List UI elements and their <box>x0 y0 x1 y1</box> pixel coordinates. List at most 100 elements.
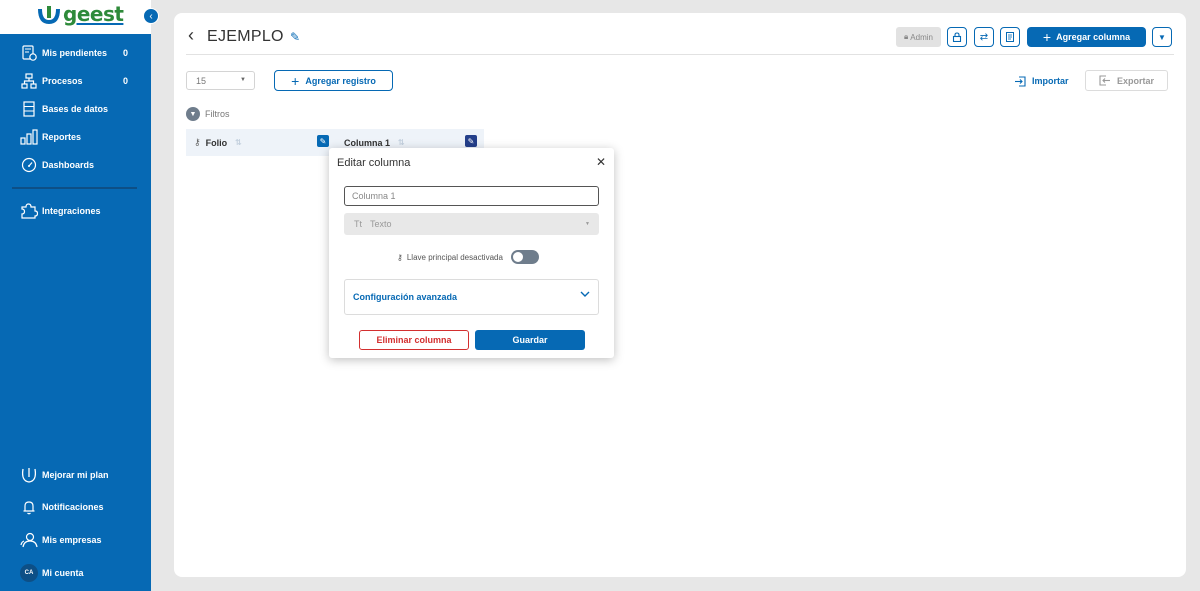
chevron-down-icon: ▼ <box>186 107 200 121</box>
main-panel: ‹ EJEMPLO ✎ 🔒︎ Admin ⇄ + Agregar columna… <box>174 13 1186 577</box>
pencil-icon: ✎ <box>467 136 475 146</box>
column-type-value: Texto <box>370 219 392 229</box>
add-column-button[interactable]: + Agregar columna <box>1027 27 1146 47</box>
logo-text: geest <box>63 2 124 26</box>
more-options-dropdown[interactable]: ▼ <box>1152 27 1172 47</box>
sidebar-item-label: Mis empresas <box>42 535 102 545</box>
title-divider <box>186 54 1174 55</box>
gauge-icon <box>20 156 38 174</box>
close-icon[interactable]: ✕ <box>596 155 606 169</box>
sidebar-item-label: Dashboards <box>42 160 95 170</box>
advanced-config-accordion[interactable]: Configuración avanzada <box>344 279 599 315</box>
edit-column-dialog: Editar columna ✕ Columna 1 Tt Texto ▼ ⚷ … <box>329 148 614 358</box>
add-column-label: Agregar columna <box>1056 32 1131 42</box>
admin-badge: 🔒︎ Admin <box>896 27 941 47</box>
sidebar-item-count: 0 <box>123 76 129 86</box>
advanced-config-label: Configuración avanzada <box>353 292 458 302</box>
sort-icon[interactable]: ⇅ <box>398 138 405 147</box>
org-chart-icon <box>20 72 38 90</box>
column-header-label: Folio <box>205 137 228 148</box>
edit-column-button-active[interactable]: ✎ <box>465 135 477 147</box>
page-size-value: 15 <box>196 75 207 86</box>
document-icon <box>1006 32 1014 42</box>
caret-down-icon: ▼ <box>240 77 246 83</box>
column-type-select[interactable]: Tt Texto ▼ <box>344 213 599 235</box>
export-icon <box>1099 75 1110 86</box>
sidebar-item-label: Reportes <box>42 132 82 142</box>
primary-key-toggle[interactable] <box>510 250 539 264</box>
page-size-select[interactable]: 15 ▼ <box>186 71 255 90</box>
users-icon <box>20 531 38 549</box>
caret-down-icon: ▼ <box>585 221 590 227</box>
page-title: EJEMPLO <box>207 28 284 45</box>
delete-column-button[interactable]: Eliminar columna <box>359 330 469 350</box>
save-button[interactable]: Guardar <box>475 330 585 350</box>
toggle-knob <box>512 252 523 262</box>
plus-icon: + <box>1042 29 1052 45</box>
bell-icon <box>20 498 38 516</box>
puzzle-icon <box>20 202 38 220</box>
sidebar-item-label: Mejorar mi plan <box>42 470 109 480</box>
lock-icon: 🔒︎ <box>904 32 909 41</box>
sidebar-item-label: Notificaciones <box>42 502 104 512</box>
document-button[interactable] <box>1000 27 1020 47</box>
sidebar-item-label: Mis pendientes <box>42 48 108 58</box>
sidebar-item-count: 0 <box>123 48 129 58</box>
sidebar-item-label: Integraciones <box>42 206 101 216</box>
column-name-input[interactable]: Columna 1 <box>344 186 599 206</box>
sidebar: geest ‹ Mis pendientes 0 Procesos 0 Base… <box>0 0 159 591</box>
admin-label: Admin <box>910 32 933 42</box>
sidebar-item-label: Procesos <box>42 76 83 86</box>
avatar: CA <box>20 564 38 582</box>
sidebar-item-bases-de-datos[interactable]: Bases de datos <box>0 96 151 122</box>
sidebar-item-procesos[interactable]: Procesos 0 <box>0 68 151 94</box>
sidebar-item-label: Bases de datos <box>42 104 109 114</box>
add-record-button[interactable]: + Agregar registro <box>274 70 393 91</box>
add-record-label: Agregar registro <box>305 75 376 86</box>
filters-toggle[interactable]: ▼ Filtros <box>186 107 230 121</box>
sidebar-item-notificaciones[interactable]: Notificaciones <box>0 494 151 520</box>
table-icon <box>20 100 38 118</box>
sidebar-item-mis-pendientes[interactable]: Mis pendientes 0 <box>0 40 151 66</box>
sort-icon[interactable]: ⇅ <box>235 138 242 147</box>
edit-title-icon[interactable]: ✎ <box>290 30 300 44</box>
lock-icon <box>952 32 962 42</box>
logo-mark-icon <box>38 6 60 25</box>
sidebar-item-mis-empresas[interactable]: Mis empresas <box>0 527 151 553</box>
swap-arrows-icon: ⇄ <box>979 31 989 43</box>
column-header-label: Columna 1 <box>344 137 391 148</box>
key-icon: ⚷ <box>397 252 403 262</box>
caret-down-icon: ▼ <box>1158 32 1166 42</box>
export-label: Exportar <box>1116 75 1154 86</box>
sidebar-item-reportes[interactable]: Reportes <box>0 124 151 150</box>
sidebar-item-mi-cuenta[interactable]: CA Mi cuenta <box>0 560 151 586</box>
export-button[interactable]: Exportar <box>1085 70 1168 91</box>
primary-key-row: ⚷ Llave principal desactivada <box>397 250 539 264</box>
sidebar-item-mejorar-plan[interactable]: Mejorar mi plan <box>0 462 151 488</box>
import-label: Importar <box>1032 76 1069 86</box>
swap-button[interactable]: ⇄ <box>974 27 994 47</box>
text-type-icon: Tt <box>354 219 362 229</box>
import-button[interactable]: Importar <box>1014 71 1076 91</box>
collapse-sidebar-button[interactable]: ‹ <box>143 8 159 24</box>
lock-button[interactable] <box>947 27 967 47</box>
sidebar-item-label: Mi cuenta <box>42 568 84 578</box>
import-icon <box>1015 75 1026 87</box>
sidebar-item-dashboards[interactable]: Dashboards <box>0 152 151 178</box>
upgrade-icon <box>20 466 38 484</box>
logo[interactable]: geest <box>38 2 124 26</box>
logo-area: geest <box>0 0 151 34</box>
column-header-folio[interactable]: ⚷ Folio ⇅ <box>194 129 242 156</box>
plus-icon: + <box>291 72 300 89</box>
task-clock-icon <box>20 44 38 62</box>
edit-column-button[interactable]: ✎ <box>317 135 329 147</box>
bar-chart-icon <box>20 128 38 146</box>
pencil-icon: ✎ <box>319 136 327 146</box>
back-chevron-icon[interactable]: ‹ <box>188 26 202 44</box>
filters-label: Filtros <box>205 109 230 119</box>
chevron-down-icon <box>580 290 590 301</box>
sidebar-item-integraciones[interactable]: Integraciones <box>0 198 151 224</box>
key-icon: ⚷ <box>194 137 201 147</box>
sidebar-divider <box>12 187 137 189</box>
title-row: ‹ EJEMPLO ✎ 🔒︎ Admin ⇄ + Agregar columna… <box>174 13 1186 55</box>
